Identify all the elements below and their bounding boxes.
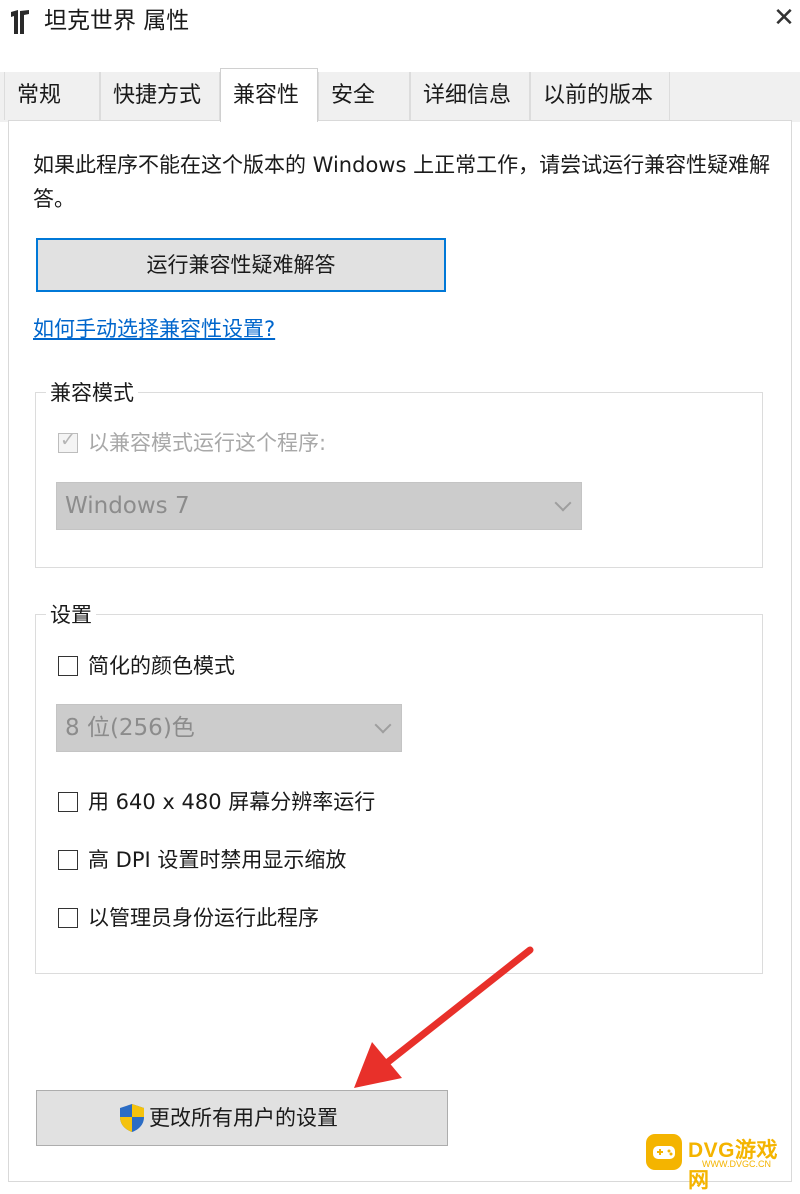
chevron-down-icon (554, 494, 572, 512)
close-icon: ✕ (773, 3, 795, 33)
reduced-color-checkbox[interactable] (58, 656, 78, 676)
settings-legend: 设置 (46, 600, 96, 630)
res-640-checkbox[interactable] (58, 792, 78, 812)
app-icon (11, 10, 29, 34)
close-button[interactable]: ✕ (768, 0, 800, 40)
gamepad-icon (646, 1134, 682, 1170)
os-version-value: Windows 7 (65, 493, 190, 519)
run-as-admin-checkbox[interactable] (58, 908, 78, 928)
run-troubleshooter-label: 运行兼容性疑难解答 (146, 253, 336, 277)
tab-security[interactable]: 安全 (318, 72, 410, 120)
watermark: DVG游戏网 WWW.DVGC.CN (646, 1132, 796, 1192)
change-all-users-label: 更改所有用户的设置 (149, 1106, 338, 1130)
tab-shortcut[interactable]: 快捷方式 (100, 72, 220, 120)
compat-mode-group (35, 392, 763, 568)
tab-details[interactable]: 详细信息 (410, 72, 530, 120)
tab-bar: 常规 快捷方式 兼容性 安全 详细信息 以前的版本 (0, 68, 800, 122)
high-dpi-label: 高 DPI 设置时禁用显示缩放 (88, 848, 347, 872)
compat-mode-checkbox[interactable]: ✓ (58, 429, 78, 453)
chevron-down-icon (374, 716, 392, 734)
tab-previous-versions[interactable]: 以前的版本 (530, 72, 670, 120)
run-as-admin-label: 以管理员身份运行此程序 (88, 906, 319, 930)
res-640-label: 用 640 x 480 屏幕分辨率运行 (88, 790, 376, 814)
reduced-color-label: 简化的颜色模式 (88, 654, 235, 678)
compat-description: 如果此程序不能在这个版本的 Windows 上正常工作，请尝试运行兼容性疑难解答… (33, 153, 771, 211)
run-troubleshooter-button[interactable]: 运行兼容性疑难解答 (36, 238, 446, 292)
watermark-sub: WWW.DVGC.CN (702, 1159, 771, 1169)
color-depth-value: 8 位(256)色 (65, 715, 195, 741)
title-bar: 坦克世界 属性 ✕ (0, 0, 800, 48)
checkmark-icon: ✓ (60, 429, 76, 451)
window-title: 坦克世界 属性 (44, 8, 190, 34)
compat-mode-legend: 兼容模式 (46, 378, 138, 408)
tab-compatibility[interactable]: 兼容性 (220, 68, 318, 122)
manual-compat-link[interactable]: 如何手动选择兼容性设置? (33, 312, 275, 346)
compat-mode-label: 以兼容模式运行这个程序: (88, 431, 327, 455)
color-depth-select[interactable]: 8 位(256)色 (56, 704, 402, 752)
os-version-select[interactable]: Windows 7 (56, 482, 582, 530)
high-dpi-checkbox[interactable] (58, 850, 78, 870)
tab-general[interactable]: 常规 (4, 72, 100, 120)
change-all-users-button[interactable]: 更改所有用户的设置 (36, 1090, 448, 1146)
uac-shield-icon (120, 1104, 144, 1132)
